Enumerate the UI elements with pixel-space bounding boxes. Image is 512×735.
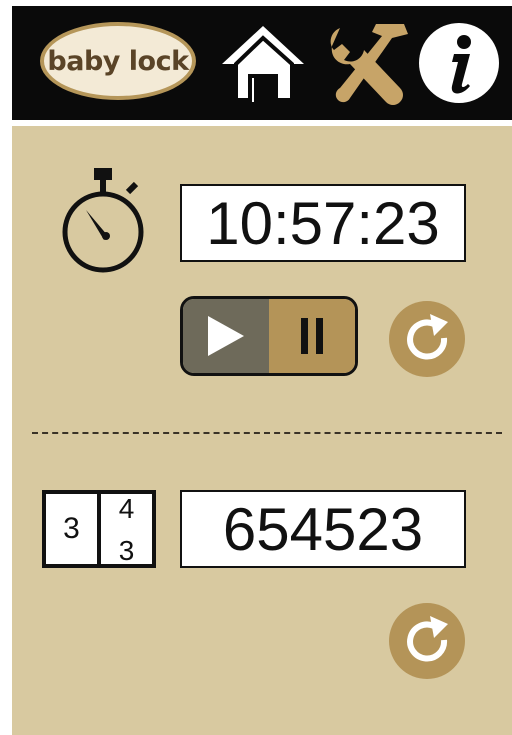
info-icon [419, 23, 499, 103]
counter-icon-right: 4 3 [101, 494, 152, 564]
section-divider [32, 432, 502, 434]
counter-icon-left: 3 [46, 494, 97, 564]
brand-logo-text: baby lock [47, 45, 189, 77]
brand-logo[interactable]: baby lock [40, 22, 196, 100]
play-pause-control [180, 296, 358, 376]
timer-reset-button[interactable] [386, 298, 468, 380]
settings-button[interactable] [322, 18, 412, 108]
main-panel: 10:57:23 3 4 3 654523 [12, 126, 512, 735]
header-bar: baby lock [12, 6, 512, 120]
counter-icon: 3 4 3 [42, 490, 156, 568]
timer-display: 10:57:23 [180, 184, 466, 262]
reset-icon [389, 301, 465, 377]
stopwatch-icon [62, 168, 144, 273]
pause-icon [301, 318, 323, 354]
home-icon [222, 26, 304, 102]
info-button[interactable] [414, 18, 504, 108]
counter-icon-top-digit: 4 [118, 494, 135, 524]
play-icon [208, 316, 244, 356]
play-button[interactable] [183, 299, 269, 373]
counter-reset-button[interactable] [386, 600, 468, 682]
reset-icon [389, 603, 465, 679]
tools-icon [330, 24, 408, 105]
counter-display: 654523 [180, 490, 466, 568]
counter-icon-bottom-digit: 3 [118, 535, 135, 565]
home-button[interactable] [218, 18, 308, 108]
counter-icon-left-digit: 3 [63, 512, 80, 545]
pause-button[interactable] [269, 299, 355, 373]
